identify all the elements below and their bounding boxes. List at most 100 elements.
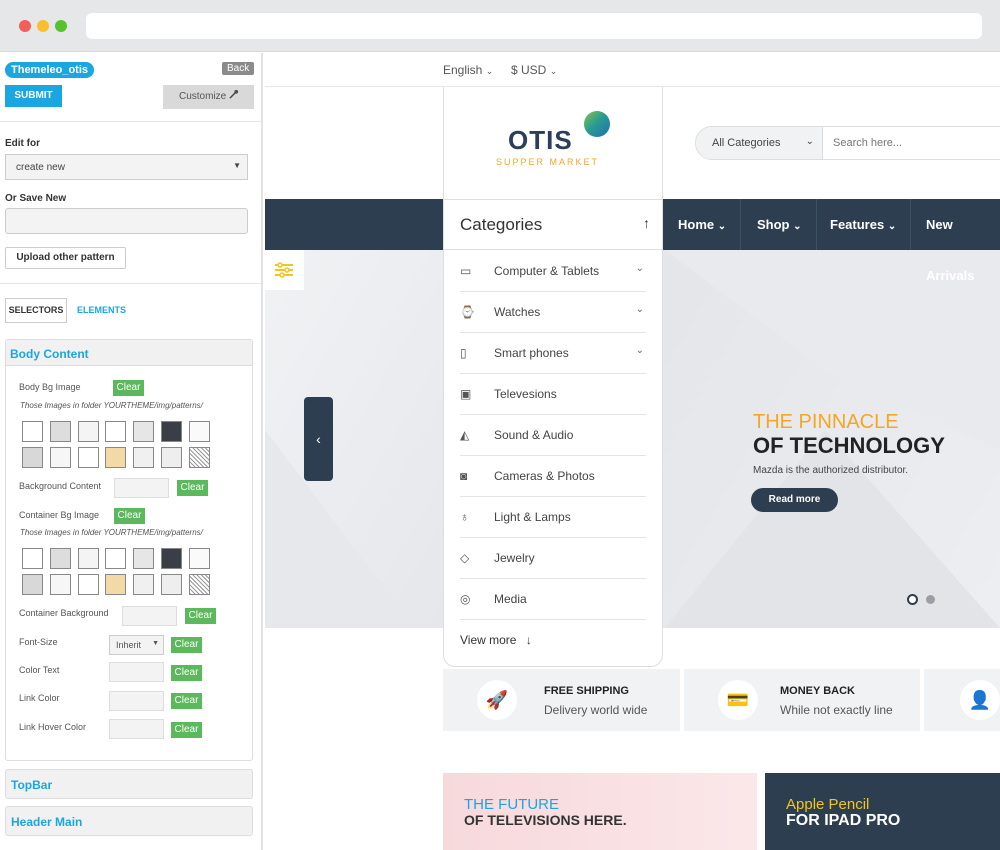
pattern-swatch[interactable] bbox=[78, 574, 99, 595]
currency-switcher[interactable]: $ USD ⌄ bbox=[511, 63, 557, 77]
back-button[interactable]: Back bbox=[222, 62, 255, 75]
search-input[interactable]: Search here... bbox=[833, 137, 902, 149]
pattern-swatch[interactable] bbox=[22, 548, 43, 569]
submit-button[interactable]: SUBMIT bbox=[5, 85, 62, 107]
pattern-swatch[interactable] bbox=[105, 574, 126, 595]
currency-label: $ USD bbox=[511, 63, 547, 77]
pattern-swatch[interactable] bbox=[22, 421, 43, 442]
hero-headline-bottom: OF TECHNOLOGY bbox=[753, 433, 945, 458]
chevron-down-icon: ⌄ bbox=[635, 263, 644, 274]
tab-selectors[interactable]: SELECTORS bbox=[5, 298, 67, 323]
category-item[interactable]: ◎ Media bbox=[460, 579, 646, 620]
pattern-swatch[interactable] bbox=[189, 574, 210, 595]
pattern-swatch[interactable] bbox=[133, 574, 154, 595]
clear-button[interactable]: Clear bbox=[185, 608, 216, 624]
pattern-swatch[interactable] bbox=[161, 574, 182, 595]
clear-button[interactable]: Clear bbox=[114, 508, 145, 524]
pattern-swatch[interactable] bbox=[50, 421, 71, 442]
pattern-swatch[interactable] bbox=[105, 447, 126, 468]
pattern-swatch[interactable] bbox=[22, 447, 43, 468]
body-content-header[interactable]: Body Content bbox=[6, 340, 252, 366]
clear-button[interactable]: Clear bbox=[171, 693, 202, 709]
pattern-swatch[interactable] bbox=[133, 421, 154, 442]
site-topbar: English ⌄ $ USD ⌄ bbox=[265, 53, 1000, 87]
upload-pattern-button[interactable]: Upload other pattern bbox=[5, 247, 126, 269]
font-size-select[interactable]: Inherit ▼ bbox=[109, 635, 164, 655]
nav-new-arrivals[interactable]: New Arrivals bbox=[912, 199, 1000, 283]
speaker-icon: ◭ bbox=[460, 428, 470, 442]
view-more-link[interactable]: View more ↓ bbox=[460, 633, 532, 647]
chevron-down-icon: ⌄ bbox=[635, 345, 644, 356]
category-item[interactable]: ◇ Jewelry bbox=[460, 538, 646, 579]
search-category-select[interactable]: All Categories ⌄ bbox=[696, 127, 823, 159]
clear-button[interactable]: Clear bbox=[171, 722, 202, 738]
pattern-swatch[interactable] bbox=[105, 548, 126, 569]
color-text-field[interactable] bbox=[109, 662, 164, 682]
customize-button[interactable]: Customize bbox=[163, 85, 254, 109]
category-item[interactable]: ▭ Computer & Tablets ⌄ bbox=[460, 251, 646, 292]
edit-for-select[interactable]: create new ▼ bbox=[5, 154, 248, 180]
header-main-section-header[interactable]: Header Main bbox=[5, 806, 253, 836]
read-more-button[interactable]: Read more bbox=[751, 488, 838, 512]
background-content-field[interactable] bbox=[114, 478, 169, 498]
pattern-swatch[interactable] bbox=[105, 421, 126, 442]
pattern-swatch[interactable] bbox=[161, 447, 182, 468]
pattern-swatch[interactable] bbox=[189, 421, 210, 442]
category-item[interactable]: ◭ Sound & Audio bbox=[460, 415, 646, 456]
nav-shop[interactable]: Shop ⌄ bbox=[743, 199, 817, 250]
categories-title: Categories bbox=[460, 215, 543, 234]
clear-button[interactable]: Clear bbox=[177, 480, 208, 496]
slider-prev-button[interactable]: ‹ bbox=[304, 397, 333, 481]
close-window-dot[interactable] bbox=[19, 20, 31, 32]
topbar-section-header[interactable]: TopBar bbox=[5, 769, 253, 799]
language-switcher[interactable]: English ⌄ bbox=[443, 63, 493, 77]
pattern-swatch[interactable] bbox=[161, 548, 182, 569]
clear-button[interactable]: Clear bbox=[171, 637, 202, 653]
clear-button[interactable]: Clear bbox=[113, 380, 144, 396]
logo-name[interactable]: OTIS bbox=[508, 125, 573, 156]
feature-money-back: 💳 MONEY BACK While not exactly line bbox=[684, 669, 920, 731]
category-item[interactable]: ◙ Cameras & Photos bbox=[460, 456, 646, 497]
pattern-swatch[interactable] bbox=[50, 574, 71, 595]
feature-subtitle: Delivery world wide bbox=[544, 703, 648, 717]
banner-apple-pencil[interactable]: Apple Pencil FOR IPAD PRO bbox=[765, 773, 1000, 850]
pattern-swatch[interactable] bbox=[50, 548, 71, 569]
slider-dot[interactable] bbox=[926, 595, 935, 604]
font-size-value: Inherit bbox=[116, 640, 142, 650]
slider-dot-active[interactable] bbox=[907, 594, 918, 605]
hero-description: Mazda is the authorized distributor. bbox=[753, 465, 909, 476]
address-bar[interactable] bbox=[86, 13, 982, 39]
nav-features[interactable]: Features ⌄ bbox=[816, 199, 912, 250]
clear-button[interactable]: Clear bbox=[171, 665, 202, 681]
pattern-swatch[interactable] bbox=[78, 447, 99, 468]
pattern-swatch[interactable] bbox=[161, 421, 182, 442]
pattern-swatch[interactable] bbox=[78, 421, 99, 442]
pattern-swatch[interactable] bbox=[133, 548, 154, 569]
caret-down-icon: ▼ bbox=[152, 640, 159, 647]
category-item[interactable]: ▣ Televesions bbox=[460, 374, 646, 415]
rocket-icon: 🚀 bbox=[477, 680, 517, 720]
pattern-swatch[interactable] bbox=[133, 447, 154, 468]
banner-televisions[interactable]: THE FUTURE OF TELEVISIONS HERE. bbox=[443, 773, 757, 850]
save-new-input[interactable] bbox=[5, 208, 248, 234]
category-label: Light & Lamps bbox=[494, 510, 571, 524]
nav-shop-label: Shop bbox=[757, 217, 790, 232]
container-background-field[interactable] bbox=[122, 606, 177, 626]
pattern-swatch[interactable] bbox=[78, 548, 99, 569]
nav-home[interactable]: Home ⌄ bbox=[664, 199, 742, 250]
link-hover-color-field[interactable] bbox=[109, 719, 164, 739]
pattern-swatch[interactable] bbox=[22, 574, 43, 595]
category-item[interactable]: ⌚ Watches ⌄ bbox=[460, 292, 646, 333]
pattern-swatch[interactable] bbox=[189, 548, 210, 569]
minimize-window-dot[interactable] bbox=[37, 20, 49, 32]
tab-elements[interactable]: ELEMENTS bbox=[77, 305, 126, 315]
filter-toggle[interactable] bbox=[265, 250, 304, 290]
pattern-swatch[interactable] bbox=[189, 447, 210, 468]
category-item[interactable]: ▯ Smart phones ⌄ bbox=[460, 333, 646, 374]
pattern-swatch[interactable] bbox=[50, 447, 71, 468]
phone-icon: ▯ bbox=[460, 346, 467, 360]
maximize-window-dot[interactable] bbox=[55, 20, 67, 32]
category-item[interactable]: ♁ Light & Lamps bbox=[460, 497, 646, 538]
categories-header[interactable]: Categories ↑ bbox=[443, 199, 663, 250]
link-color-field[interactable] bbox=[109, 691, 164, 711]
